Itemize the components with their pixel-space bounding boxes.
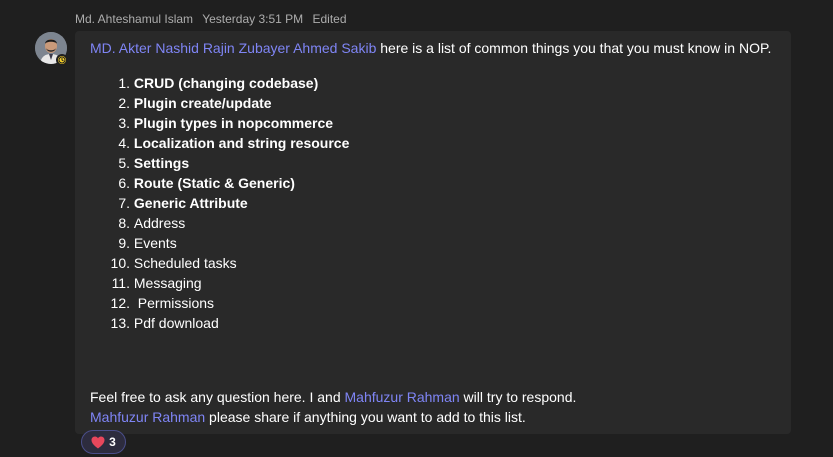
list-item-text: Generic Attribute: [133, 195, 248, 211]
list-item: 11. Messaging: [90, 273, 349, 293]
list-item: 7. Generic Attribute: [90, 193, 349, 213]
list-item-number: 6.: [118, 175, 130, 191]
list-item-text: Messaging: [133, 275, 202, 291]
list-item: 5. Settings: [90, 153, 349, 173]
away-status-icon: [56, 54, 68, 66]
list-item: 8. Address: [90, 213, 349, 233]
list-item: 13. Pdf download: [90, 313, 349, 333]
list-item-text: Settings: [133, 155, 190, 171]
list-item-text: Plugin create/update: [133, 95, 272, 111]
outro-line-1: Feel free to ask any question here. I an…: [90, 387, 576, 407]
message-bubble[interactable]: MD. Akter Nashid Rajin Zubayer Ahmed Sak…: [75, 31, 791, 434]
list-item-number: 11.: [111, 275, 130, 291]
topic-list: 1. CRUD (changing codebase) 2. Plugin cre…: [90, 73, 350, 333]
list-item-number: 13.: [110, 315, 130, 331]
edited-label: Edited: [312, 12, 347, 26]
list-item-number: 9.: [118, 235, 130, 251]
list-item-number: 7.: [118, 195, 130, 211]
mention-sakib[interactable]: MD. Akter Nashid Rajin Zubayer Ahmed Sak…: [90, 40, 376, 56]
message-outro: Feel free to ask any question here. I an…: [90, 387, 576, 427]
list-item: 6. Route (Static & Generic): [90, 173, 349, 193]
list-item-number: 5.: [118, 155, 130, 171]
list-item-text: Permissions: [133, 295, 215, 311]
list-item-text: Pdf download: [133, 315, 219, 331]
reaction-count: 3: [109, 435, 116, 449]
outro-text-after: please share if anything you want to add…: [205, 409, 526, 425]
list-item-number: 10.: [110, 255, 130, 271]
list-item-text: Localization and string resource: [133, 135, 350, 151]
list-item: 12. Permissions: [90, 293, 349, 313]
reaction-heart[interactable]: 3: [81, 430, 126, 454]
list-item-text: Events: [133, 235, 177, 251]
list-item: 2. Plugin create/update: [90, 93, 349, 113]
heart-icon: [91, 436, 105, 448]
mention-mahfuzur[interactable]: Mahfuzur Rahman: [90, 409, 205, 425]
list-item-text: CRUD (changing codebase): [133, 75, 319, 91]
list-item-number: 2.: [118, 95, 130, 111]
list-item: 1. CRUD (changing codebase): [90, 73, 349, 93]
author-name[interactable]: Md. Ahteshamul Islam: [75, 12, 193, 26]
message-intro: MD. Akter Nashid Rajin Zubayer Ahmed Sak…: [90, 40, 771, 56]
list-item-number: 4.: [118, 135, 130, 151]
outro-line-2: Mahfuzur Rahman please share if anything…: [90, 407, 576, 427]
intro-text: here is a list of common things you that…: [376, 40, 772, 56]
list-item-text: Address: [133, 215, 186, 231]
list-item-text: Route (Static & Generic): [133, 175, 295, 191]
list-item-number: 1.: [118, 75, 130, 91]
list-item: 10. Scheduled tasks: [90, 253, 349, 273]
list-item: 9. Events: [90, 233, 349, 253]
outro-text-after: will try to respond.: [459, 389, 577, 405]
list-item-number: 8.: [118, 215, 130, 231]
outro-text-before: Feel free to ask any question here. I an…: [90, 389, 345, 405]
message-timestamp: Yesterday 3:51 PM: [202, 12, 304, 26]
message-header: Md. Ahteshamul Islam Yesterday 3:51 PM E…: [75, 12, 353, 26]
list-item-text: Plugin types in nopcommerce: [133, 115, 334, 131]
list-item: 3. Plugin types in nopcommerce: [90, 113, 349, 133]
list-item-number: 12.: [110, 295, 130, 311]
list-item: 4. Localization and string resource: [90, 133, 349, 153]
mention-mahfuzur[interactable]: Mahfuzur Rahman: [345, 389, 460, 405]
list-item-text: Scheduled tasks: [133, 255, 237, 271]
list-item-number: 3.: [118, 115, 130, 131]
